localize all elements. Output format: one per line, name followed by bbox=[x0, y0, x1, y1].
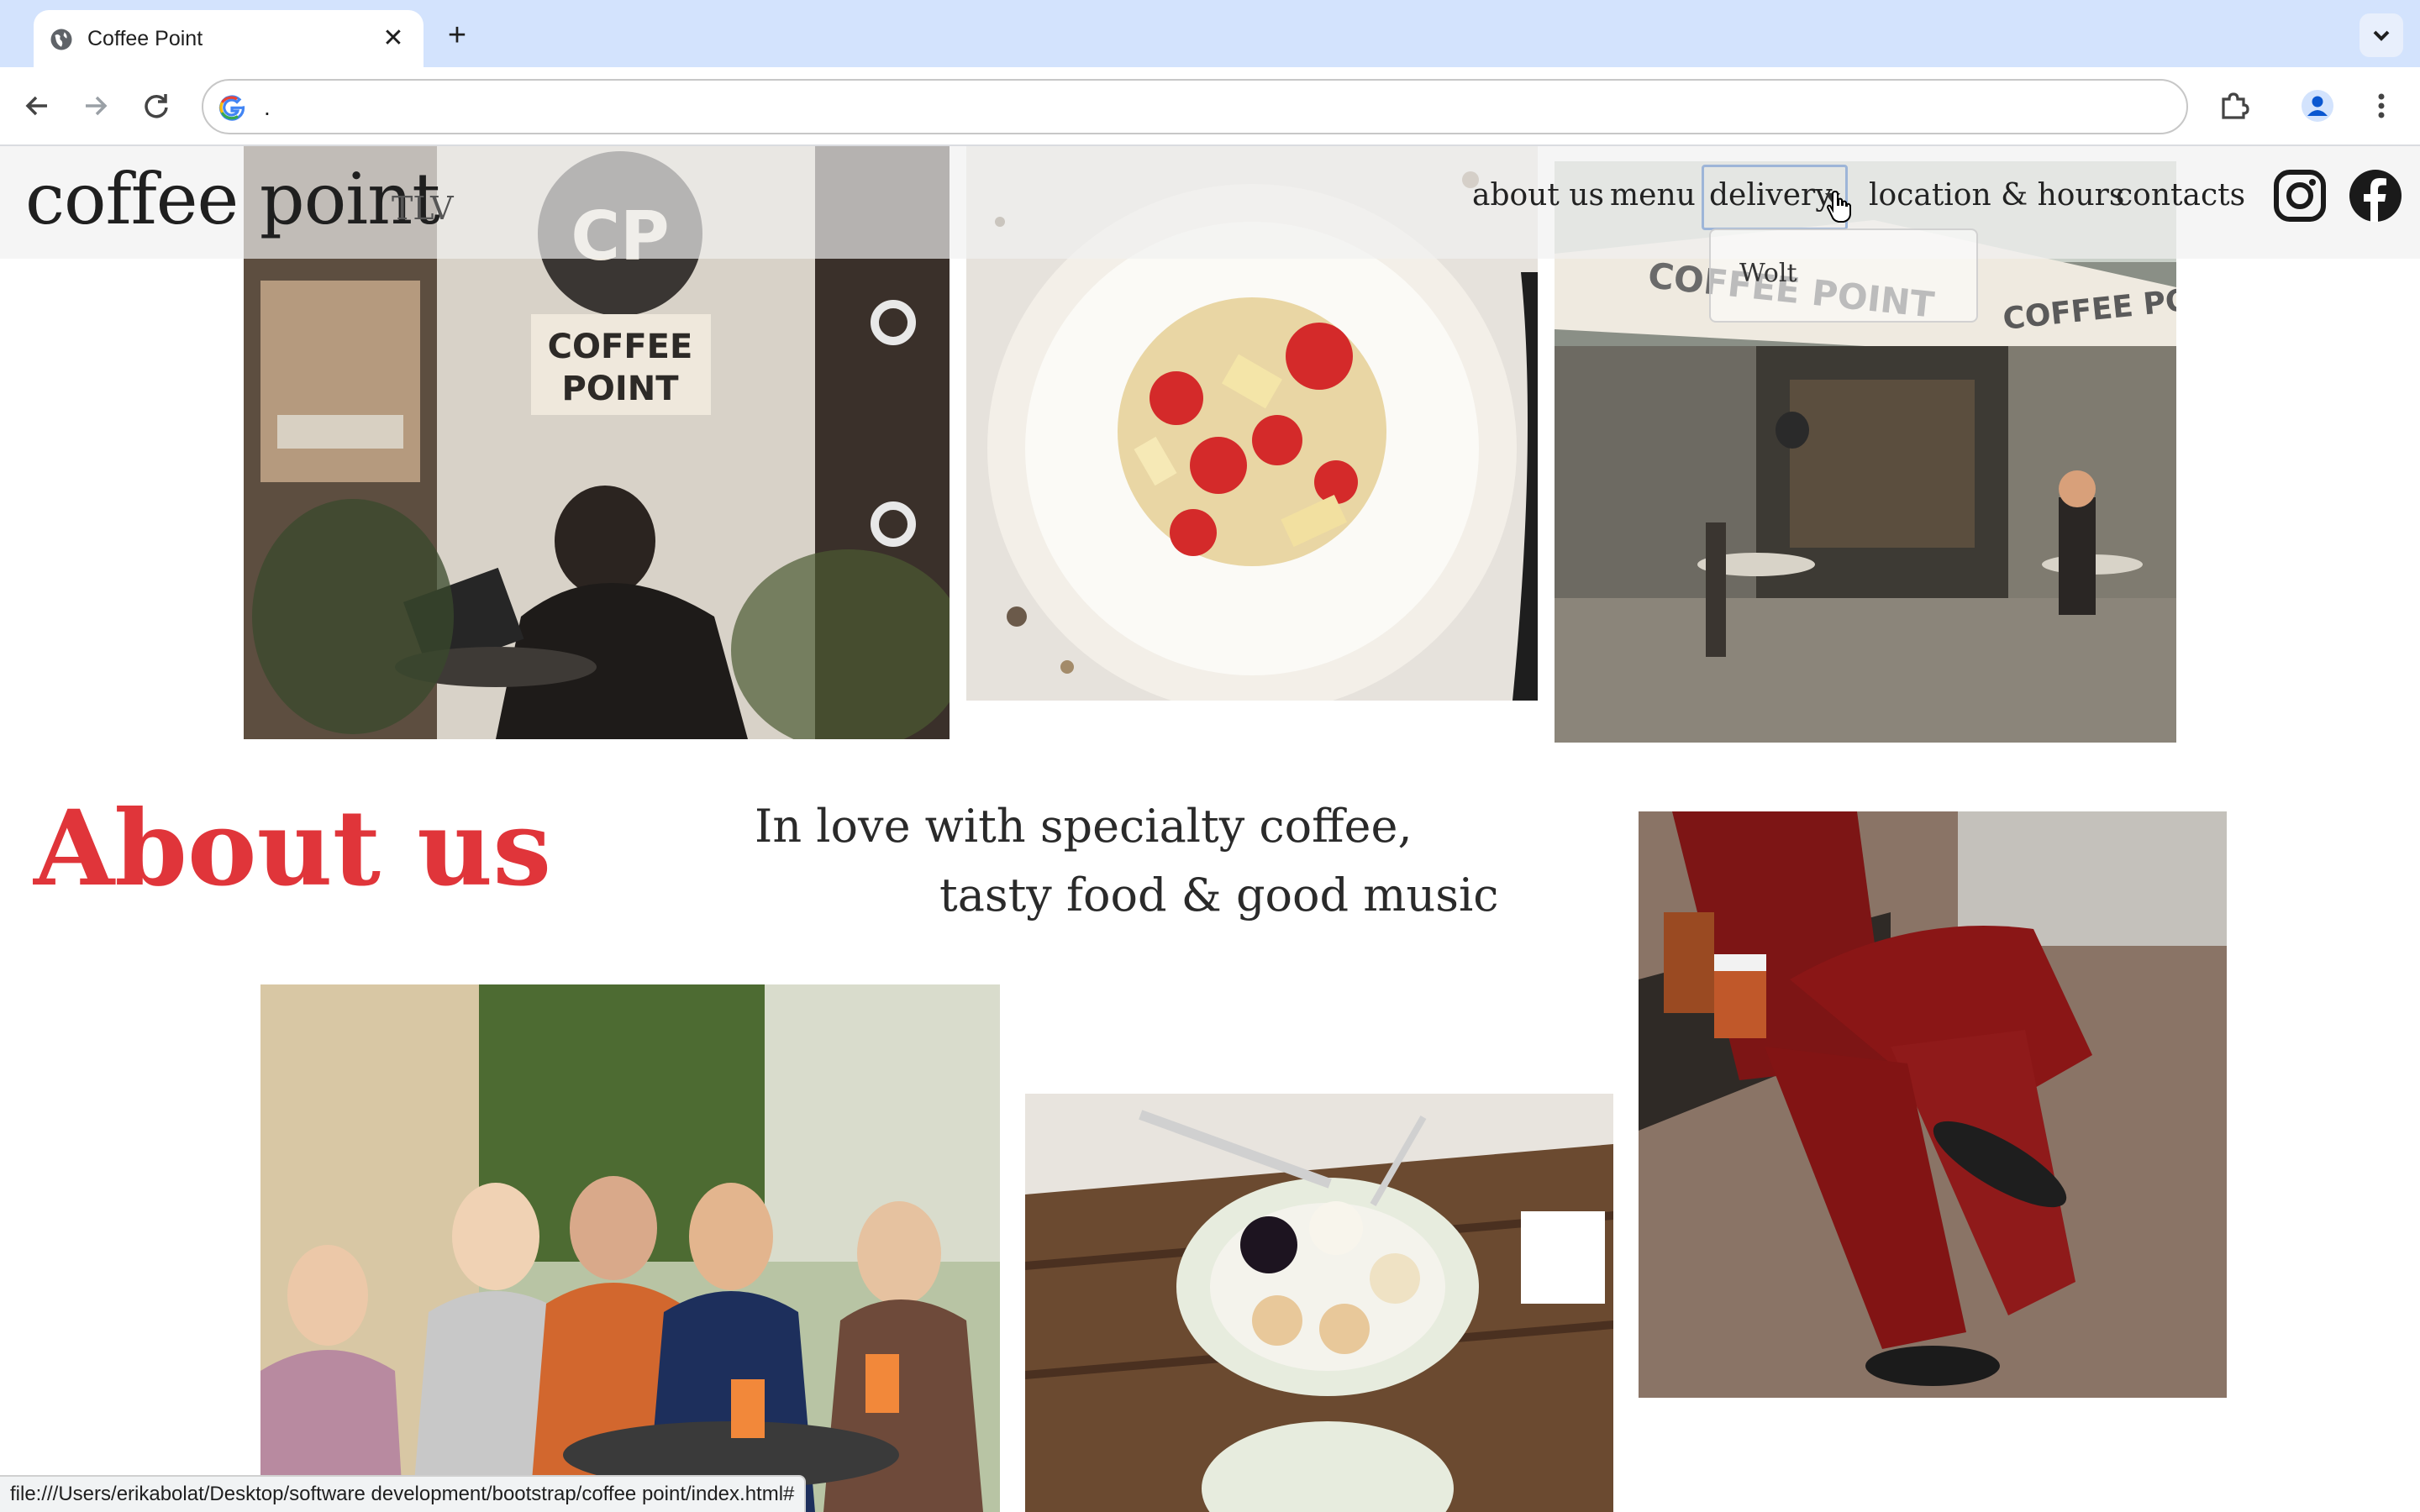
about-tagline-line2: tasty food & good music bbox=[939, 869, 1499, 921]
nav-delivery[interactable]: delivery bbox=[1709, 178, 1833, 213]
address-bar[interactable]: . bbox=[202, 79, 2188, 134]
globe-icon bbox=[50, 29, 72, 50]
profile-avatar-icon[interactable] bbox=[2301, 89, 2334, 123]
back-arrow-icon[interactable] bbox=[17, 86, 57, 126]
pointer-cursor-icon bbox=[1826, 190, 1851, 223]
page-viewport: CP COFFEE POINT bbox=[0, 146, 2420, 1512]
tab-search-button[interactable] bbox=[2360, 13, 2403, 57]
nav-about-us[interactable]: about us bbox=[1472, 178, 1604, 213]
logo-text-coffee: COFFEE bbox=[548, 328, 693, 366]
address-input[interactable]: . bbox=[264, 94, 271, 121]
scones-plate-photo bbox=[1025, 1094, 1613, 1512]
about-tagline-line1: In love with specialty coffee, bbox=[755, 800, 1413, 853]
new-tab-button[interactable]: + bbox=[437, 15, 477, 55]
reload-icon[interactable] bbox=[136, 86, 176, 126]
red-suit-person-image bbox=[1639, 811, 2227, 1398]
google-icon bbox=[218, 95, 245, 121]
site-brand-city: TLV bbox=[392, 190, 454, 227]
forward-arrow-icon[interactable] bbox=[76, 86, 116, 126]
kebab-menu-icon[interactable] bbox=[2365, 86, 2398, 126]
tab-title: Coffee Point bbox=[87, 27, 203, 50]
scones-plate-image bbox=[1025, 1094, 1613, 1512]
facebook-icon[interactable] bbox=[2348, 168, 2403, 223]
tab-close-icon[interactable]: ✕ bbox=[378, 24, 408, 54]
delivery-dropdown-menu: Wolt bbox=[1709, 228, 1978, 323]
extensions-icon[interactable] bbox=[2213, 86, 2254, 126]
nav-menu[interactable]: menu bbox=[1610, 178, 1696, 213]
nav-contacts[interactable]: contacts bbox=[2116, 178, 2245, 213]
about-heading: About us bbox=[34, 788, 552, 910]
instagram-icon[interactable] bbox=[2272, 168, 2328, 223]
browser-status-url: file:///Users/erikabolat/Desktop/softwar… bbox=[0, 1475, 807, 1512]
site-brand[interactable]: coffee point bbox=[25, 158, 440, 240]
friends-at-cafe-photo bbox=[260, 984, 1000, 1512]
dropdown-item-wolt[interactable]: Wolt bbox=[1739, 259, 1797, 288]
browser-tab-strip: Coffee Point ✕ + bbox=[0, 0, 2420, 67]
chevron-down-icon bbox=[2373, 30, 2390, 41]
browser-toolbar: . bbox=[0, 67, 2420, 146]
logo-text-point: POINT bbox=[562, 370, 680, 408]
friends-at-cafe-image bbox=[260, 984, 1000, 1512]
site-navbar: coffee point TLV about us menu delivery … bbox=[0, 146, 2420, 259]
red-suit-person-photo bbox=[1639, 811, 2227, 1398]
browser-tab[interactable]: Coffee Point ✕ bbox=[34, 10, 424, 67]
nav-location-hours[interactable]: location & hours bbox=[1869, 178, 2124, 213]
